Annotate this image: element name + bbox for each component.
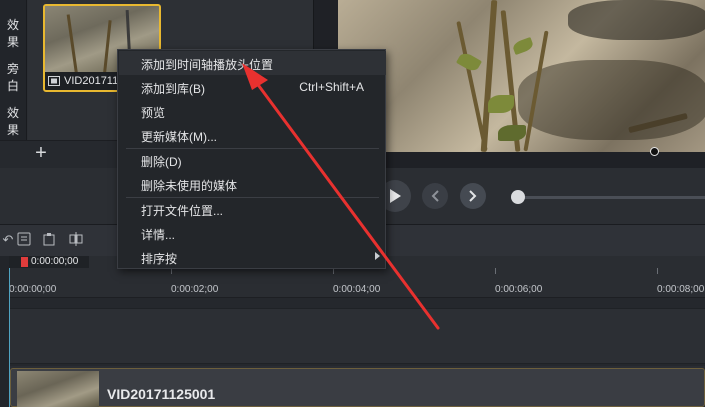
menu-item-label: 详情...	[141, 228, 176, 242]
track-2[interactable]	[10, 308, 705, 364]
menu-item-delete[interactable]: 删除(D)	[119, 148, 386, 172]
menu-item-open-file-location[interactable]: 打开文件位置...	[119, 197, 386, 221]
menu-item-label: 更新媒体(M)...	[141, 130, 217, 144]
menu-item-update-media[interactable]: 更新媒体(M)...	[119, 123, 386, 147]
submenu-arrow-icon	[375, 252, 380, 260]
copy-icon[interactable]	[16, 232, 32, 248]
menu-item-delete-unused-media[interactable]: 删除未使用的媒体	[119, 172, 386, 196]
menu-item-sort-by[interactable]: 排序按	[119, 245, 386, 269]
menu-item-details[interactable]: 详情...	[119, 221, 386, 245]
menu-item-label: 删除(D)	[141, 155, 182, 169]
playhead-handle[interactable]	[21, 257, 28, 267]
menu-item-label: 添加到时间轴播放头位置	[141, 58, 274, 72]
clip-thumbnail	[17, 371, 99, 407]
next-frame-icon	[469, 190, 477, 202]
tool-tab-strip: 效果 旁白 效果	[0, 0, 27, 140]
menu-item-label: 打开文件位置...	[141, 204, 224, 218]
previous-frame-button[interactable]	[422, 183, 448, 209]
next-frame-button[interactable]	[460, 183, 486, 209]
track-header-gutter	[0, 256, 9, 407]
split-icon[interactable]	[68, 232, 84, 248]
previous-frame-icon	[431, 190, 439, 202]
menu-item-add-to-timeline-at-playhead[interactable]: 添加到时间轴播放头位置	[119, 51, 386, 75]
menu-item-add-to-library[interactable]: 添加到库(B) Ctrl+Shift+A	[119, 75, 386, 99]
clip-label: VID20171125001	[107, 386, 216, 402]
menu-item-shortcut: Ctrl+Shift+A	[299, 80, 364, 94]
preview-resize-handle[interactable]	[650, 147, 659, 156]
ruler-tick-label: 0:00:08;00	[657, 284, 705, 295]
ruler-tick-label: 0:00:04;00	[333, 284, 381, 295]
menu-item-preview[interactable]: 预览	[119, 99, 386, 123]
playhead-line	[9, 268, 10, 407]
paste-icon[interactable]	[41, 232, 57, 248]
ruler-tick-label: 0:00:02;00	[171, 284, 219, 295]
undo-icon[interactable]: ↶	[0, 232, 16, 248]
menu-item-label: 排序按	[141, 252, 178, 266]
scrub-track[interactable]	[518, 196, 705, 199]
add-media-button[interactable]: +	[30, 143, 52, 165]
menu-item-label: 删除未使用的媒体	[141, 179, 238, 193]
ruler-tick-label: 0:00:06;00	[495, 284, 543, 295]
tool-tab-label: 效果	[6, 18, 19, 49]
film-icon	[48, 76, 60, 86]
video-preview[interactable]	[338, 0, 705, 152]
tool-tab-label: 效果	[6, 106, 19, 137]
tool-tab-voice-narration[interactable]: 旁白	[0, 60, 27, 104]
menu-item-label: 预览	[141, 106, 166, 120]
scrub-knob[interactable]	[511, 190, 525, 204]
menu-item-label: 添加到库(B)	[141, 82, 205, 96]
ruler-tick-label: 0:00:00;00	[9, 284, 57, 295]
context-menu: 添加到时间轴播放头位置 添加到库(B) Ctrl+Shift+A 预览 更新媒体…	[117, 49, 386, 269]
tool-tab-label: 旁白	[6, 62, 19, 93]
tool-tab-effects-1[interactable]: 效果	[0, 16, 27, 60]
play-icon	[390, 189, 401, 203]
